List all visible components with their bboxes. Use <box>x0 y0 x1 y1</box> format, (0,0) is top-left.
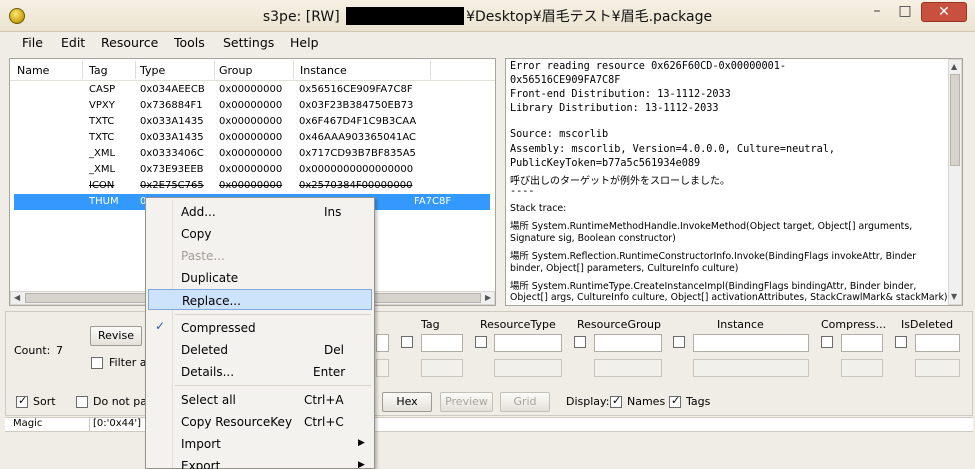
count-value: 7 <box>56 344 63 357</box>
menu-item-compressed[interactable]: ✓ Compressed <box>148 317 372 338</box>
filter-header-resourcegroup: ResourceGroup <box>577 318 661 331</box>
filter-header-instance: Instance <box>717 318 764 331</box>
table-row[interactable]: TXTC 0x033A1435 0x00000000 0x46AAA903365… <box>14 130 490 146</box>
filter-label: Filter a <box>109 356 147 369</box>
menu-bar: File Edit Resource Tools Settings Help <box>0 32 975 54</box>
menu-item-export[interactable]: Export ▶ <box>148 455 372 469</box>
menu-item-paste[interactable]: Paste... <box>148 245 372 266</box>
table-row-deleted[interactable]: ICON 0x2E75C765 0x00000000 0x2570384F000… <box>14 178 490 194</box>
submenu-arrow-icon: ▶ <box>358 438 365 448</box>
filter-header-tag: Tag <box>421 318 440 331</box>
menu-edit[interactable]: Edit <box>61 35 85 50</box>
menu-file[interactable]: File <box>22 35 43 50</box>
do-not-parse-checkbox[interactable] <box>76 396 88 408</box>
menu-resource[interactable]: Resource <box>101 35 158 50</box>
preview-button[interactable]: Preview <box>440 392 493 412</box>
name-filter-field[interactable] <box>376 334 389 352</box>
isdeleted-filter-checkbox[interactable] <box>895 336 907 348</box>
instance-value-field[interactable] <box>693 359 809 377</box>
menu-item-deleted[interactable]: Deleted Del <box>148 339 372 360</box>
list-header: Name Tag Type Group Instance <box>10 59 495 81</box>
instance-filter-field[interactable] <box>693 334 809 352</box>
isdeleted-filter-field[interactable] <box>915 334 960 352</box>
header-type[interactable]: Type <box>140 64 165 77</box>
instance-filter-checkbox[interactable] <box>673 336 685 348</box>
scroll-down-icon[interactable]: ▼ <box>951 291 957 303</box>
menu-item-select-all[interactable]: Select all Ctrl+A <box>148 389 372 410</box>
text-vertical-scrollbar[interactable]: ▲ ▼ <box>948 59 962 305</box>
menu-item-details[interactable]: Details... Enter <box>148 361 372 382</box>
minimize-button[interactable]: – <box>863 2 891 22</box>
isdeleted-value-field[interactable] <box>915 359 960 377</box>
sort-checkbox[interactable] <box>16 394 28 408</box>
tag-value-field[interactable] <box>421 359 463 377</box>
type-value-field[interactable] <box>494 359 562 377</box>
menu-item-copy-resourcekey[interactable]: Copy ResourceKey Ctrl+C <box>148 411 372 432</box>
menu-settings[interactable]: Settings <box>223 35 274 50</box>
group-value-field[interactable] <box>594 359 662 377</box>
names-checkbox[interactable] <box>610 394 622 408</box>
scroll-thumb[interactable] <box>950 74 960 166</box>
window-title: s3pe: [RW] ¥Desktop¥眉毛テスト¥眉毛.package <box>262 7 713 25</box>
table-row[interactable]: _XML 0x73E93EEB 0x00000000 0x00000000000… <box>14 162 490 178</box>
scroll-right-icon[interactable]: ▶ <box>485 292 491 304</box>
names-label: Names <box>627 395 666 408</box>
group-filter-checkbox[interactable] <box>574 336 586 348</box>
header-instance[interactable]: Instance <box>300 64 347 77</box>
menu-item-import[interactable]: Import ▶ <box>148 433 372 454</box>
table-row[interactable]: VPXY 0x736884F1 0x00000000 0x03F23B38475… <box>14 98 490 114</box>
magic-value: [0:'0x44'] [ <box>93 418 149 429</box>
name-value-field[interactable] <box>376 359 389 377</box>
menu-help[interactable]: Help <box>290 35 319 50</box>
table-row[interactable]: TXTC 0x033A1435 0x00000000 0x6F467D4F1C9… <box>14 114 490 130</box>
table-row[interactable]: CASP 0x034AEECB 0x00000000 0x56516CE909F… <box>14 82 490 98</box>
scroll-left-icon[interactable]: ◀ <box>14 292 20 304</box>
tag-filter-checkbox[interactable] <box>401 336 413 348</box>
group-filter-field[interactable] <box>594 334 662 352</box>
redacted-path <box>346 7 465 25</box>
compressed-value-field[interactable] <box>841 359 883 377</box>
magic-label: Magic <box>13 418 43 429</box>
display-label: Display: <box>566 395 610 408</box>
title-bar: s3pe: [RW] ¥Desktop¥眉毛テスト¥眉毛.package – □… <box>0 0 975 32</box>
context-menu: Add... Ins Copy Paste... Duplicate Repla… <box>145 197 375 469</box>
header-group[interactable]: Group <box>219 64 253 77</box>
hex-button[interactable]: Hex <box>382 392 432 412</box>
filter-header-resourcetype: ResourceType <box>480 318 556 331</box>
revise-button[interactable]: Revise <box>90 326 142 346</box>
menu-item-replace[interactable]: Replace... <box>148 289 372 310</box>
compressed-filter-checkbox[interactable] <box>821 336 833 348</box>
sort-label: Sort <box>33 395 56 408</box>
filter-header-compressed: Compress... <box>821 318 887 331</box>
type-filter-field[interactable] <box>494 334 562 352</box>
menu-item-add[interactable]: Add... Ins <box>148 201 372 222</box>
table-row[interactable]: _XML 0x0333406C 0x00000000 0x717CD93B7BF… <box>14 146 490 162</box>
close-button[interactable]: ✕ <box>921 2 967 22</box>
maximize-button[interactable]: □ <box>891 2 919 22</box>
filter-active-checkbox[interactable] <box>91 357 103 369</box>
compressed-filter-field[interactable] <box>841 334 883 352</box>
submenu-arrow-icon: ▶ <box>358 460 365 469</box>
filter-header-isdeleted: IsDeleted <box>901 318 954 331</box>
tags-label: Tags <box>686 395 711 408</box>
menu-tools[interactable]: Tools <box>174 35 205 50</box>
menu-item-copy[interactable]: Copy <box>148 223 372 244</box>
error-text-pane[interactable]: Error reading resource 0x626F60CD-0x0000… <box>505 58 963 306</box>
grid-button[interactable]: Grid <box>500 392 550 412</box>
header-tag[interactable]: Tag <box>89 64 108 77</box>
check-icon: ✓ <box>155 319 166 333</box>
count-label: Count: <box>14 344 51 357</box>
type-filter-checkbox[interactable] <box>475 336 487 348</box>
tag-filter-field[interactable] <box>421 334 463 352</box>
scroll-up-icon[interactable]: ▲ <box>951 61 957 73</box>
header-name[interactable]: Name <box>17 64 49 77</box>
do-not-parse-label: Do not par <box>93 395 152 408</box>
menu-item-duplicate[interactable]: Duplicate <box>148 267 372 288</box>
tags-checkbox[interactable] <box>669 394 681 408</box>
